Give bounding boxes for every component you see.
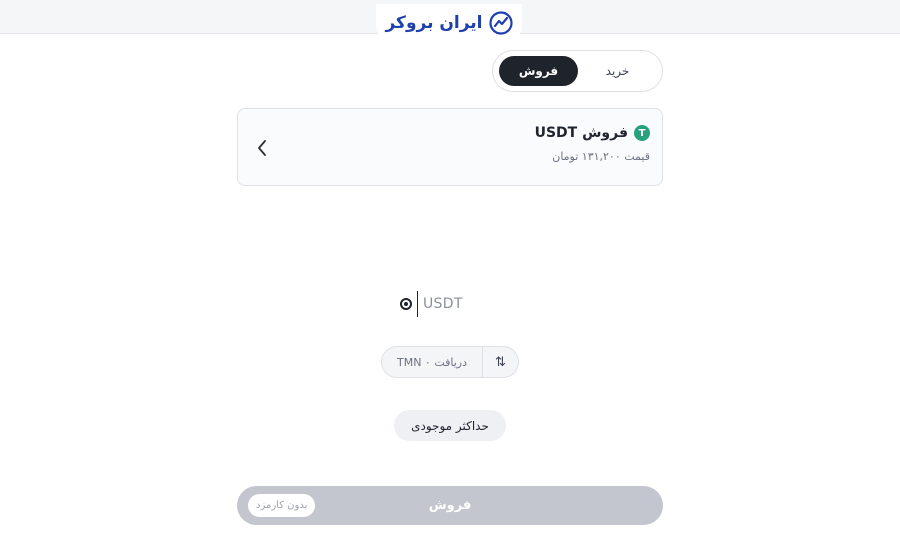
receive-info: ⇅ دریافت TMN ۰	[381, 346, 519, 378]
max-balance-button[interactable]: حداکثر موجودی	[394, 410, 506, 441]
zero-circle-icon	[400, 298, 412, 310]
swap-arrows-icon[interactable]: ⇅	[482, 347, 518, 377]
tab-buy[interactable]: خرید	[578, 56, 657, 86]
asset-selector[interactable]: T فروش USDT قیمت ۱۳۱,۲۰۰ تومان	[237, 108, 663, 186]
asset-price: قیمت ۱۳۱,۲۰۰ تومان	[552, 150, 650, 163]
logo-text: ایران بروکر	[385, 13, 483, 33]
brand-logo[interactable]: ایران بروکر	[376, 4, 522, 42]
tether-icon: T	[634, 125, 650, 141]
sell-submit-button[interactable]: فروش بدون کارمزد	[237, 486, 663, 525]
asset-title-row: T فروش USDT	[250, 125, 650, 141]
tab-sell[interactable]: فروش	[499, 56, 578, 86]
asset-title: فروش USDT	[534, 125, 628, 141]
submit-label: فروش	[428, 498, 472, 513]
amount-input[interactable]: USDT	[400, 291, 500, 317]
amount-unit: USDT	[423, 296, 463, 312]
trade-type-toggle: خرید فروش	[492, 50, 663, 92]
chart-logo-icon	[488, 11, 513, 35]
no-fee-badge: بدون کارمزد	[248, 494, 316, 517]
chevron-left-icon	[258, 140, 266, 156]
text-caret	[417, 291, 418, 317]
receive-amount: دریافت TMN ۰	[396, 355, 468, 369]
